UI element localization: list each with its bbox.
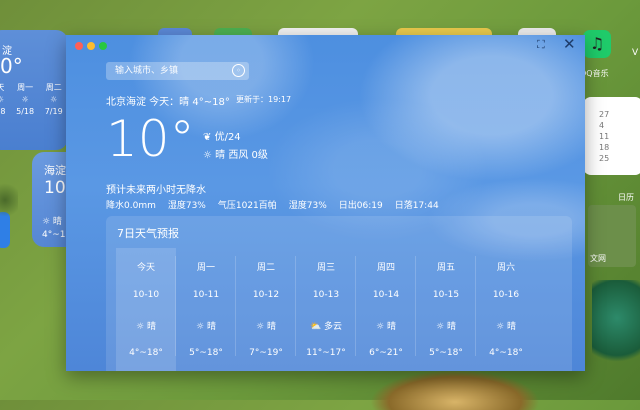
close-icon[interactable]: ✕ <box>563 35 576 53</box>
metric-sunset: 日落17:44 <box>394 201 439 211</box>
leaf-icon: ❦ <box>203 132 212 143</box>
precipitation-forecast: 预计未来两小时无降水 <box>106 185 206 196</box>
calendar-widget[interactable]: 27 4 11 18 25 <box>583 97 640 175</box>
metric-pressure: 气压1021百帕 <box>217 201 277 211</box>
sun-icon: ☼ <box>436 322 445 332</box>
app-label: 文网 <box>590 254 606 263</box>
seven-day-forecast-panel: 7日天气预报 今天 10-10 ☼ 晴 4°~18° 周一 10-11 ☼ 晴 … <box>106 216 572 371</box>
cloudy-icon: ⛅ <box>309 322 322 332</box>
music-note-icon[interactable]: ♫ <box>583 30 611 58</box>
bg-wallpaper-bird <box>0 180 18 220</box>
sun-icon: ☼ <box>203 150 212 161</box>
current-conditions-text: 晴 西风 0级 <box>215 150 268 161</box>
metric-sunrise: 日出06:19 <box>338 201 383 211</box>
metric-humidity-2: 湿度73% <box>288 201 327 211</box>
weather-metrics: 降水0.0mm 湿度73% 气压1021百帕 湿度73% 日出06:19 日落1… <box>106 198 439 211</box>
maximize-window-button[interactable] <box>99 42 107 50</box>
forecast-day[interactable]: 周五 10-15 ☼ 晴 5°~18° <box>416 248 476 371</box>
forecast-columns: 今天 10-10 ☼ 晴 4°~18° 周一 10-11 ☼ 晴 5°~18° … <box>116 248 536 371</box>
location-summary: 北京海淀 今天：晴 4°~18° <box>106 97 230 108</box>
forecast-day[interactable]: 周三 10-13 ⛅ 多云 11°~17° <box>296 248 356 371</box>
forecast-day[interactable]: 周二 10-12 ☼ 晴 7°~19° <box>236 248 296 371</box>
update-time: 更新于：19:17 <box>236 95 292 104</box>
forecast-day[interactable]: 周一 10-11 ☼ 晴 5°~18° <box>176 248 236 371</box>
bg-widget2-temp: 10 <box>44 178 66 198</box>
metric-humidity: 湿度73% <box>167 201 206 211</box>
sun-icon: ☼ <box>256 322 265 332</box>
sun-icon: ☼ <box>196 322 205 332</box>
forecast-day[interactable]: 周四 10-14 ☼ 晴 6°~21° <box>356 248 416 371</box>
close-window-button[interactable] <box>75 42 83 50</box>
forecast-day[interactable]: 周六 10-16 ☼ 晴 4°~18° <box>476 248 536 371</box>
forecast-day[interactable]: 今天 10-10 ☼ 晴 4°~18° <box>116 248 176 371</box>
metric-precipitation: 降水0.0mm <box>106 201 156 211</box>
bg-weather-widget: 淀 0° 天 ☼ 18 周一 ☼ 5/18 周二 ☼ 7/19 <box>0 30 68 150</box>
sun-icon: ☼ <box>496 322 505 332</box>
app-label: V <box>632 48 639 58</box>
bg-wallpaper-bird <box>592 280 640 375</box>
fullscreen-icon[interactable]: ⛶ <box>537 38 545 52</box>
bg-wallpaper-leaves <box>370 370 540 410</box>
sun-icon: ☼ <box>136 322 145 332</box>
current-conditions: ☼ 晴 西风 0级 <box>203 146 268 161</box>
air-quality: ❦ 优/24 <box>203 128 241 143</box>
current-temperature: 10° <box>106 110 195 168</box>
air-quality-value: 优/24 <box>214 132 241 143</box>
sun-icon: ☼ <box>376 322 385 332</box>
calendar-label: 日历 <box>618 193 634 202</box>
panel-title: 7日天气预报 <box>117 227 179 240</box>
bg-widget-temp: 0° <box>0 54 23 78</box>
search-icon[interactable]: ◦ <box>232 64 245 77</box>
weather-window: ⛶ ✕ ◦ 北京海淀 今天：晴 4°~18° 更新于：19:17 10° ❦ 优… <box>66 35 585 371</box>
city-search-input[interactable] <box>106 62 249 80</box>
bg-widget2-location: 海淀 <box>44 164 66 177</box>
minimize-window-button[interactable] <box>87 42 95 50</box>
